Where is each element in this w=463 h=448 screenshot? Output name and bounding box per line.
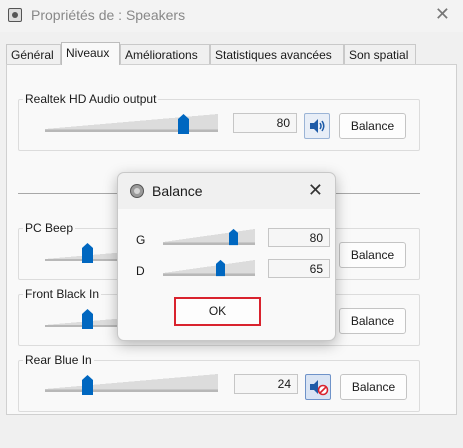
balance-dialog: Balance ✕ G 80 D 65 OK (117, 172, 336, 341)
channel-left-slider-ramp (163, 229, 255, 243)
tab-niveaux[interactable]: Niveaux (61, 42, 120, 65)
tab-statistiques[interactable]: Statistiques avancées (210, 44, 344, 64)
front-black-in-slider-thumb[interactable] (82, 309, 93, 329)
balance-dialog-title: Balance (152, 183, 203, 199)
main-output-slider-ramp (45, 114, 218, 130)
close-icon[interactable]: ✕ (435, 4, 450, 24)
rear-blue-in-balance-button[interactable]: Balance (340, 374, 407, 400)
main-output-value[interactable]: 80 (233, 113, 297, 133)
front-black-in-label: Front Black In (23, 287, 102, 301)
rear-blue-in-slider-ramp (45, 374, 218, 390)
balance-dialog-body: G 80 D 65 OK (118, 209, 335, 340)
channel-left-slider-thumb[interactable] (229, 228, 240, 248)
rear-blue-in-mute-button[interactable] (305, 374, 331, 400)
pc-beep-balance-button[interactable]: Balance (339, 242, 406, 268)
channel-right-slider-ramp (163, 260, 255, 274)
tab-general[interactable]: Général (6, 44, 61, 64)
main-output-label: Realtek HD Audio output (23, 92, 159, 106)
front-black-in-balance-button[interactable]: Balance (339, 308, 406, 334)
tab-son-spatial[interactable]: Son spatial (344, 44, 416, 64)
channel-left-slider-track[interactable] (163, 243, 255, 245)
pc-beep-label: PC Beep (23, 221, 76, 235)
main-output-balance-button[interactable]: Balance (339, 113, 406, 139)
main-output-mute-button[interactable] (304, 113, 330, 139)
rear-blue-in-label: Rear Blue In (23, 353, 94, 367)
balance-dialog-titlebar: Balance ✕ (118, 173, 335, 209)
rear-blue-in-value[interactable]: 24 (234, 374, 298, 394)
pc-beep-slider-thumb[interactable] (82, 243, 93, 263)
main-output-slider-track[interactable] (45, 130, 218, 132)
speaker-app-icon (8, 8, 22, 22)
channel-left-value[interactable]: 80 (268, 228, 330, 247)
title-bar: Propriétés de : Speakers ✕ (0, 0, 463, 32)
rear-blue-in-slider-track[interactable] (45, 390, 218, 392)
channel-right-label: D (136, 264, 145, 278)
speaker-muted-icon (310, 380, 329, 396)
speaker-dialog-icon (130, 184, 144, 198)
channel-right-value[interactable]: 65 (268, 259, 330, 278)
close-icon[interactable]: ✕ (308, 180, 323, 200)
rear-blue-in-slider-thumb[interactable] (82, 375, 93, 395)
tab-ameliorations[interactable]: Améliorations (120, 44, 210, 64)
channel-right-slider-track[interactable] (163, 274, 255, 276)
channel-right-slider-thumb[interactable] (216, 259, 227, 279)
ok-button[interactable]: OK (174, 297, 261, 326)
channel-left-label: G (136, 233, 146, 247)
speaker-icon (310, 119, 325, 133)
main-output-slider-thumb[interactable] (178, 114, 189, 134)
window-title: Propriétés de : Speakers (31, 7, 186, 23)
